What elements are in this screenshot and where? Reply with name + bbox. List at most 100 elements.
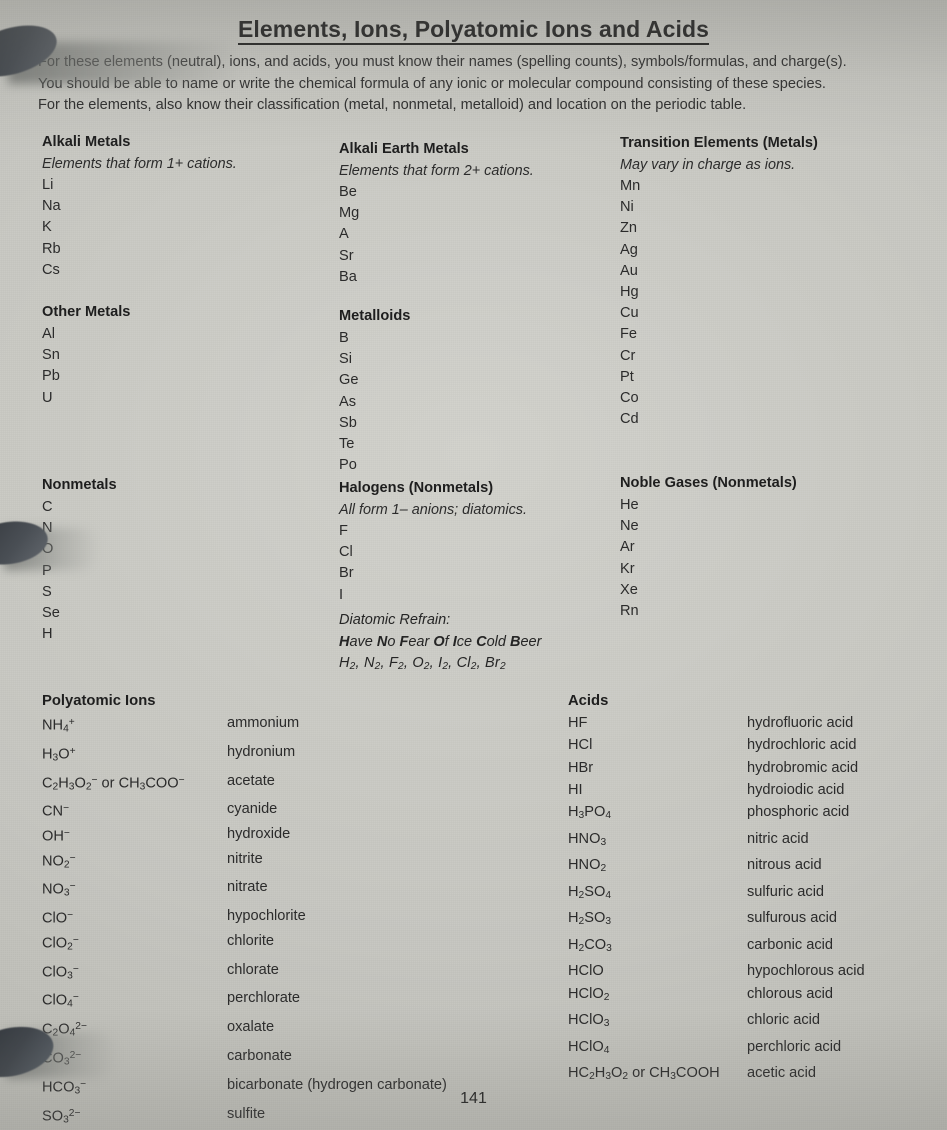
chemical-name: carbonate: [227, 1048, 292, 1065]
element-symbol: F: [339, 523, 348, 539]
group-nonmetals: Nonmetals C N O P S Se H: [42, 475, 117, 645]
element-symbol: Al: [42, 326, 55, 342]
acids-table: Acids HF hydrofluoric acid HCl hydrochloric…: [568, 690, 947, 1089]
mnemonic-word: Cold: [476, 633, 506, 650]
mnemonic-word: Of: [433, 633, 449, 650]
element-symbol: H: [42, 626, 53, 643]
chemical-name: acetic acid: [747, 1065, 816, 1082]
group-title: Metalloids: [339, 308, 411, 324]
chemical-name: hydrofluoric acid: [747, 715, 854, 731]
element-symbol: Pt: [620, 368, 634, 385]
chemical-name: ammonium: [227, 715, 300, 731]
chemical-formula: H3O+: [42, 745, 76, 764]
table-row: HC2H3O2 or CH3COOH acetic acid: [568, 1062, 947, 1089]
chemical-formula: OH−: [42, 828, 70, 845]
element-symbol: Ni: [620, 199, 634, 216]
element-symbol: Te: [339, 436, 355, 453]
chemical-formula: NO2−: [42, 852, 76, 871]
chemical-name: hydroxide: [227, 826, 291, 843]
table-row: HNO2 nitrous acid: [568, 854, 947, 881]
element-symbol: Xe: [620, 581, 638, 598]
table-row: NO3− nitrate: [42, 876, 562, 905]
chemical-formula: H2SO3: [568, 910, 612, 928]
group-title: Other Metals: [42, 304, 131, 320]
table-row: HNO3 nitric acid: [568, 828, 947, 855]
chemical-name: carbonic acid: [747, 936, 833, 953]
element-symbol: I: [339, 586, 344, 603]
chemical-name: chlorous acid: [747, 985, 833, 1002]
element-symbol: S: [42, 583, 52, 600]
chemical-name: chlorite: [227, 932, 275, 949]
element-symbol: Be: [339, 184, 357, 200]
element-symbol: U: [42, 389, 53, 406]
symbol-list: Li Na K Rb Cs: [42, 175, 237, 281]
element-symbol: Cd: [620, 411, 639, 428]
element-symbol: N: [42, 520, 53, 537]
symbol-list: He Ne Ar Kr Xe Rn: [620, 495, 797, 622]
table-row: H3PO4 phosphoric acid: [568, 801, 947, 828]
element-symbol: Cs: [42, 261, 60, 278]
chemical-name: hydrochloric acid: [747, 737, 857, 754]
group-other-metals: Other Metals Al Sn Pb U: [42, 302, 130, 409]
chemical-formula: HF: [568, 715, 588, 731]
group-title: Alkali Metals: [42, 134, 131, 150]
chemical-name: phosphoric acid: [747, 804, 850, 821]
element-symbol: Cr: [620, 347, 636, 364]
chemical-name: nitrate: [227, 879, 268, 896]
element-symbol: Hg: [620, 284, 639, 301]
table-row: HClO3 chloric acid: [568, 1009, 947, 1036]
mnemonic-word: Fear: [399, 633, 430, 650]
table-row: HClO2 chlorous acid: [568, 983, 947, 1010]
group-subtitle: Elements that form 1+ cations.: [42, 156, 237, 172]
group-title: Alkali Earth Metals: [339, 141, 469, 157]
table-row: ClO3− chlorate: [42, 959, 562, 988]
element-symbol: Sn: [42, 347, 60, 364]
element-symbol: Co: [620, 390, 639, 407]
symbol-list: B Si Ge As Sb Te Po: [339, 328, 410, 476]
chemical-name: chloric acid: [747, 1012, 820, 1029]
mnemonic-word: Ice: [452, 633, 473, 650]
element-symbol: B: [339, 330, 349, 346]
chemical-formula: ClO4−: [42, 992, 79, 1010]
chemical-formula: CN−: [42, 803, 70, 820]
element-symbol: Ar: [620, 539, 635, 556]
chemical-formula: ClO2−: [42, 934, 79, 953]
intro-line-2: You should be able to name or write the …: [38, 75, 826, 92]
table-row: HClO4 perchloric acid: [568, 1036, 947, 1063]
element-symbol: Rb: [42, 240, 61, 257]
chemical-formula: C2H3O2− or CH3COO−: [42, 774, 185, 793]
chemical-formula: HClO: [568, 963, 604, 980]
symbol-list: Al Sn Pb U: [42, 324, 130, 409]
symbol-list: C N O P S Se H: [42, 497, 117, 645]
chemical-name: hypochlorite: [227, 908, 306, 925]
element-symbol: Ge: [339, 372, 359, 389]
table-row: NO2− nitrite: [42, 848, 562, 877]
element-symbol: Ag: [620, 241, 638, 258]
table-row: H2CO3 carbonic acid: [568, 934, 947, 961]
diatomic-mnemonic: Have No Fear Of Ice Cold Beer: [339, 632, 541, 654]
diatomic-formulas: H2, N2, F2, O2, I2, Cl2, Br2: [339, 655, 506, 673]
group-halogens: Halogens (Nonmetals) All form 1– anions;…: [339, 478, 527, 606]
element-symbol: He: [620, 497, 639, 513]
group-title: Halogens (Nonmetals): [339, 480, 494, 496]
page-content: Elements, Ions, Polyatomic Ions and Acid…: [0, 0, 947, 1130]
chemical-name: perchlorate: [227, 990, 301, 1007]
chemical-name: nitric acid: [747, 830, 809, 847]
symbol-list: Be Mg A Sr Ba: [339, 182, 534, 288]
chemical-formula: HI: [568, 781, 583, 798]
group-metalloids: Metalloids B Si Ge As Sb Te Po: [339, 306, 410, 476]
table-row: OH− hydroxide: [42, 823, 562, 848]
page-title-text: Elements, Ions, Polyatomic Ions and Acid…: [237, 16, 710, 45]
chemical-name: oxalate: [227, 1019, 275, 1036]
chemical-name: hydrobromic acid: [747, 759, 859, 776]
chemical-formula: HClO4: [568, 1038, 610, 1056]
chemical-name: sulfuric acid: [747, 883, 825, 900]
acids-rows: HF hydrofluoric acid HCl hydrochloric acid H…: [568, 712, 947, 1089]
polyatomic-ions-table: Polyatomic Ions NH4+ ammonium H3O+ hydroniu…: [42, 690, 562, 1130]
table-row: HI hydroiodic acid: [568, 779, 947, 801]
table-row: HClO hypochlorous acid: [568, 960, 947, 982]
element-symbol: Po: [339, 457, 357, 474]
table-row: HF hydrofluoric acid: [568, 712, 947, 734]
chemical-name: nitrite: [227, 850, 263, 867]
group-alkali-metals: Alkali Metals Elements that form 1+ cati…: [42, 132, 237, 281]
